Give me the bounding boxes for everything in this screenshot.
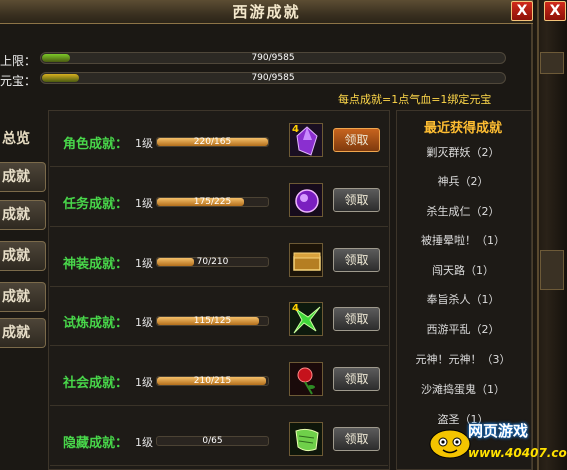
achievement-progress-value: 115/125 bbox=[193, 316, 232, 326]
tab-achievement-3[interactable]: 成就 bbox=[0, 241, 46, 271]
tab-achievement-5[interactable]: 成就 bbox=[0, 318, 46, 348]
recent-achievement-item: 奉旨杀人（1） bbox=[426, 293, 500, 306]
close-button-outer[interactable]: X bbox=[544, 1, 566, 21]
achievement-name: 任务成就： bbox=[63, 197, 129, 212]
achievement-name: 社会成就： bbox=[63, 376, 129, 391]
recent-achievement-item: 沙滩捣蛋鬼（1） bbox=[421, 383, 505, 396]
recent-achievement-item: 元神！元神！（3） bbox=[415, 353, 511, 366]
achievement-name: 试炼成就： bbox=[63, 316, 129, 331]
yuanbao-label: 元宝： bbox=[0, 74, 37, 88]
limit-progress-value: 790/9585 bbox=[251, 53, 295, 63]
purple-orb-icon bbox=[289, 183, 323, 217]
achievement-level: 1级 bbox=[135, 137, 153, 150]
achievement-level: 1级 bbox=[135, 316, 153, 329]
achievement-progress-value: 175/225 bbox=[193, 197, 232, 207]
recent-achievement-item: 西游平乱（2） bbox=[426, 323, 500, 336]
window-title: 西游成就 bbox=[232, 3, 301, 21]
claim-button[interactable]: 领取 bbox=[333, 188, 380, 212]
recent-achievement-item: 闯天路（1） bbox=[432, 264, 494, 277]
close-button[interactable]: X bbox=[511, 1, 533, 21]
claim-button[interactable]: 领取 bbox=[333, 367, 380, 391]
claim-button[interactable]: 领取 bbox=[333, 307, 380, 331]
achievement-window: 西游成就 X X 上限： 790/9585 元宝： 790/9585 每点成就=… bbox=[0, 0, 567, 470]
red-rose-icon bbox=[289, 362, 323, 396]
achievement-level: 1级 bbox=[135, 376, 153, 389]
tab-overview[interactable]: 总览 bbox=[0, 125, 46, 155]
achievement-progress-value: 70/210 bbox=[196, 257, 229, 267]
achievement-name: 角色成就： bbox=[63, 137, 129, 152]
claim-button[interactable]: 领取 bbox=[333, 128, 380, 152]
green-star-icon: 4 bbox=[289, 302, 323, 336]
purple-crystal-icon: 4 bbox=[289, 123, 323, 157]
claim-button[interactable]: 领取 bbox=[333, 248, 380, 272]
icon-count: 4 bbox=[292, 303, 299, 314]
tab-achievement-2[interactable]: 成就 bbox=[0, 200, 46, 230]
watermark-url: www.40407.com bbox=[468, 446, 567, 460]
conversion-tip: 每点成就=1点气血=1绑定元宝 bbox=[338, 93, 492, 106]
achievement-progress-value: 210/215 bbox=[193, 376, 232, 386]
recent-achievement-item: 剿灭群妖（2） bbox=[426, 146, 500, 159]
achievement-progress-value: 0/65 bbox=[202, 436, 223, 446]
recent-title: 最近获得成就 bbox=[423, 121, 502, 136]
recent-achievement-item: 神兵（2） bbox=[437, 175, 489, 188]
yuanbao-progress-value: 790/9585 bbox=[251, 73, 295, 83]
achievement-name: 隐藏成就： bbox=[63, 436, 129, 451]
side-frame-tab bbox=[540, 250, 564, 290]
tab-achievement-4[interactable]: 成就 bbox=[0, 282, 46, 312]
achievement-level: 1级 bbox=[135, 257, 153, 270]
achievement-level: 1级 bbox=[135, 436, 153, 449]
green-scroll-icon bbox=[289, 422, 323, 456]
claim-button[interactable]: 领取 bbox=[333, 427, 380, 451]
limit-label: 上限： bbox=[0, 54, 37, 68]
watermark-text: 网页游戏 bbox=[468, 422, 529, 440]
side-frame-tab bbox=[540, 52, 564, 74]
recent-achievement-item: 被捶晕啦！（1） bbox=[421, 234, 505, 247]
icon-count: 4 bbox=[292, 124, 299, 135]
achievement-progress-value: 220/165 bbox=[193, 137, 232, 147]
tab-achievement-1[interactable]: 成就 bbox=[0, 162, 46, 192]
achievement-level: 1级 bbox=[135, 197, 153, 210]
recent-achievement-item: 杀生成仁（2） bbox=[426, 205, 500, 218]
golden-chest-icon bbox=[289, 243, 323, 277]
achievement-name: 神装成就： bbox=[63, 257, 129, 272]
